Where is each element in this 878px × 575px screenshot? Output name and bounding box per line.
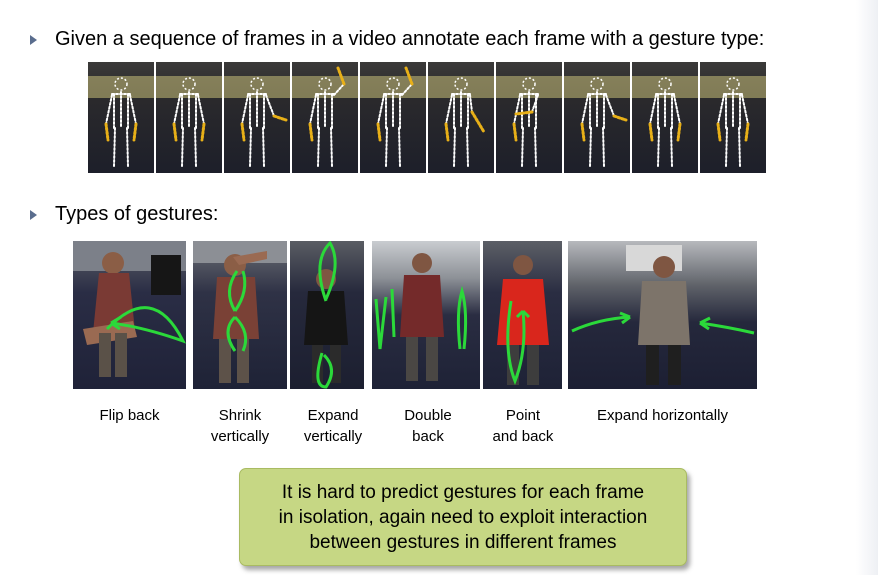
skeleton-figure: [496, 76, 562, 167]
gesture-photo-shrink-vertically: [193, 241, 287, 389]
video-frame-strip: [88, 62, 768, 173]
skeleton-figure: [88, 76, 154, 167]
skeleton-figure: [224, 76, 290, 167]
gesture-photo-expand-vertically: [290, 241, 364, 389]
gesture-photo-double-back: [372, 241, 480, 389]
gesture-caption: Expand vertically: [303, 407, 363, 445]
bullet-text: Given a sequence of frames in a video an…: [55, 28, 765, 50]
gesture-caption: Flip back: [99, 407, 160, 424]
triangle-bullet-icon: [30, 209, 37, 220]
skeleton-figure: [156, 76, 222, 167]
skeleton-figure: [564, 76, 630, 167]
video-frame: [292, 62, 358, 173]
gesture-photo-point-and-back: [483, 241, 562, 389]
video-frame: [156, 62, 222, 173]
callout-box: It is hard to predict gestures for each …: [239, 468, 687, 566]
video-frame: [224, 62, 290, 173]
bullet-row-types: Types of gestures:: [30, 203, 218, 226]
video-frame: [88, 62, 154, 173]
video-frame: [564, 62, 630, 173]
gesture-caption: Expand horizontally: [597, 407, 728, 424]
skeleton-figure: [700, 76, 766, 167]
slide-edge-shade: [856, 0, 878, 575]
video-frame: [360, 62, 426, 173]
skeleton-figure: [428, 76, 494, 167]
video-frame: [428, 62, 494, 173]
callout-text: It is hard to predict gestures for each …: [278, 481, 648, 553]
skeleton-figure: [360, 66, 426, 167]
gesture-photo-expand-horizontally: [568, 241, 757, 389]
bullet-text: Types of gestures:: [55, 203, 219, 225]
gesture-photo-flip-back: [73, 241, 186, 389]
video-frame: [632, 62, 698, 173]
triangle-bullet-icon: [30, 34, 37, 45]
skeleton-figure: [632, 76, 698, 167]
gesture-caption: Double back: [404, 407, 452, 445]
gesture-caption: Point and back: [492, 407, 554, 445]
video-frame: [700, 62, 766, 173]
gesture-caption: Shrink vertically: [210, 407, 270, 445]
skeleton-figure: [292, 66, 358, 167]
video-frame: [496, 62, 562, 173]
bullet-row-annotate: Given a sequence of frames in a video an…: [30, 28, 764, 51]
